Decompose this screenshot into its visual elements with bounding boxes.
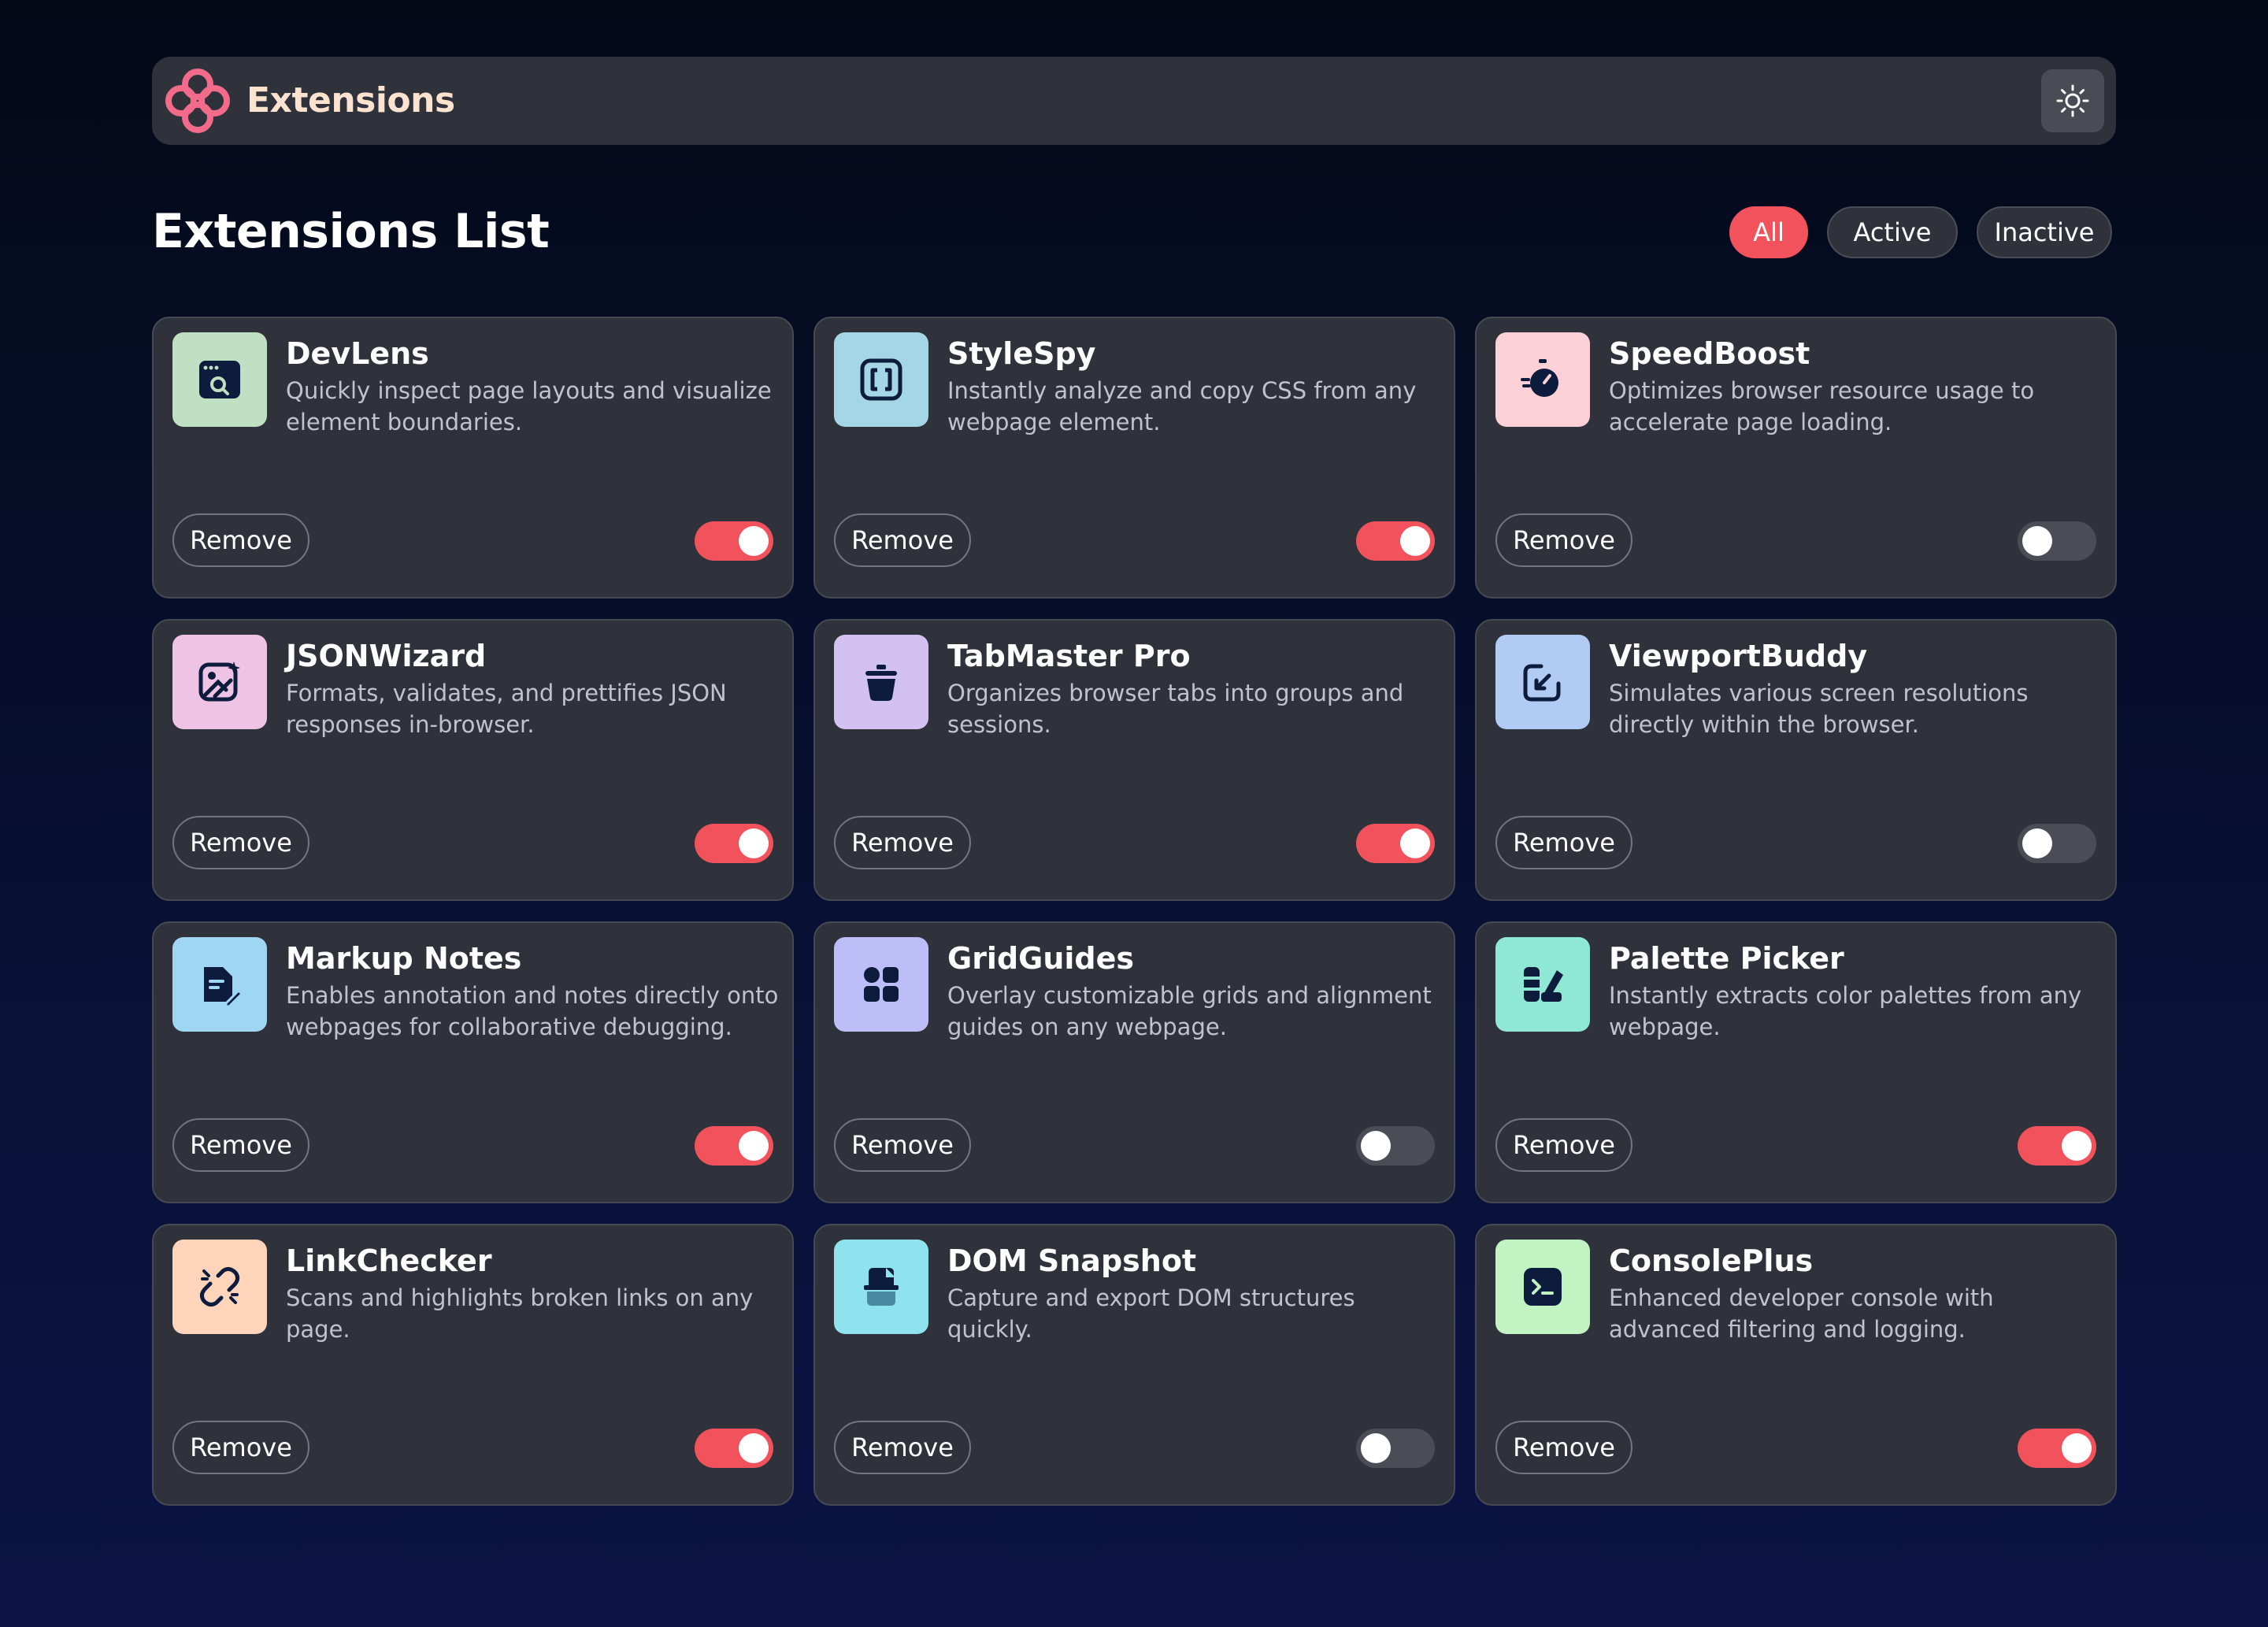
magic-image-icon (172, 635, 267, 729)
enable-toggle[interactable] (695, 521, 773, 561)
toggle-knob (739, 828, 769, 858)
enable-toggle[interactable] (1356, 824, 1435, 863)
extension-card-palette-picker: Palette Picker Instantly extracts color … (1475, 921, 2117, 1203)
extension-name: Palette Picker (1609, 941, 1844, 976)
terminal-icon (1495, 1240, 1590, 1334)
toggle-knob (2062, 1433, 2092, 1463)
enable-toggle[interactable] (2018, 1126, 2096, 1166)
toggle-knob (2022, 526, 2052, 556)
extension-description: Capture and export DOM structures quickl… (947, 1284, 1355, 1343)
extension-card-dom-snapshot: DOM Snapshot Capture and export DOM stru… (813, 1224, 1455, 1506)
expand-arrow-icon (1495, 635, 1590, 729)
toggle-knob (1400, 828, 1430, 858)
extension-card-jsonwizard: JSONWizard Formats, validates, and prett… (152, 619, 794, 901)
extension-card-gridguides: GridGuides Overlay customizable grids an… (813, 921, 1455, 1203)
extensions-logo-icon (165, 69, 230, 133)
remove-button[interactable]: Remove (172, 1118, 309, 1172)
remove-button[interactable]: Remove (1495, 1421, 1632, 1474)
enable-toggle[interactable] (695, 1429, 773, 1468)
toggle-knob (739, 1433, 769, 1463)
stopwatch-icon (1495, 332, 1590, 427)
extension-description: Instantly analyze and copy CSS from any … (947, 377, 1417, 435)
toggle-knob (2062, 1131, 2092, 1161)
remove-button[interactable]: Remove (834, 1118, 971, 1172)
enable-toggle[interactable] (1356, 1126, 1435, 1166)
extension-card-devlens: DevLens Quickly inspect page layouts and… (152, 317, 794, 599)
remove-button[interactable]: Remove (1495, 513, 1632, 567)
extension-name: DOM Snapshot (947, 1243, 1197, 1278)
toggle-knob (739, 526, 769, 556)
extension-card-markup-notes: Markup Notes Enables annotation and note… (152, 921, 794, 1203)
remove-button[interactable]: Remove (1495, 816, 1632, 869)
extension-card-tabmaster-pro: TabMaster Pro Organizes browser tabs int… (813, 619, 1455, 901)
remove-button[interactable]: Remove (172, 816, 309, 869)
brand-name: Extensions (246, 80, 455, 120)
remove-button[interactable]: Remove (834, 513, 971, 567)
broken-link-icon (172, 1240, 267, 1334)
enable-toggle[interactable] (1356, 1429, 1435, 1468)
extension-name: Markup Notes (286, 941, 522, 976)
extension-name: LinkChecker (286, 1243, 492, 1278)
toggle-knob (2022, 828, 2052, 858)
extension-card-consoleplus: ConsolePlus Enhanced developer console w… (1475, 1224, 2117, 1506)
toggle-knob (1361, 1131, 1391, 1161)
extension-card-linkchecker: LinkChecker Scans and highlights broken … (152, 1224, 794, 1506)
extension-name: DevLens (286, 336, 429, 371)
app-header: Extensions (152, 57, 2116, 145)
toggle-knob (1400, 526, 1430, 556)
page-title: Extensions List (152, 204, 550, 259)
extension-description: Scans and highlights broken links on any… (286, 1284, 754, 1343)
filter-all-button[interactable]: All (1729, 206, 1808, 258)
extension-description: Enhanced developer console with advanced… (1609, 1284, 1994, 1343)
enable-toggle[interactable] (695, 1126, 773, 1166)
palette-icon (1495, 937, 1590, 1032)
remove-button[interactable]: Remove (1495, 1118, 1632, 1172)
enable-toggle[interactable] (2018, 1429, 2096, 1468)
extension-card-stylespy: StyleSpy Instantly analyze and copy CSS … (813, 317, 1455, 599)
extension-description: Overlay customizable grids and alignment… (947, 982, 1432, 1040)
extension-description: Formats, validates, and prettifies JSON … (286, 680, 727, 738)
extension-description: Enables annotation and notes directly on… (286, 982, 779, 1040)
enable-toggle[interactable] (695, 824, 773, 863)
grid-icon (834, 937, 928, 1032)
enable-toggle[interactable] (1356, 521, 1435, 561)
extension-card-viewportbuddy: ViewportBuddy Simulates various screen r… (1475, 619, 2117, 901)
extension-name: SpeedBoost (1609, 336, 1810, 371)
remove-button[interactable]: Remove (834, 816, 971, 869)
extension-description: Instantly extracts color palettes from a… (1609, 982, 2082, 1040)
remove-button[interactable]: Remove (172, 1421, 309, 1474)
extension-name: GridGuides (947, 941, 1135, 976)
brackets-icon (834, 332, 928, 427)
extension-name: StyleSpy (947, 336, 1096, 371)
filter-active-button[interactable]: Active (1827, 206, 1958, 258)
extension-description: Optimizes browser resource usage to acce… (1609, 377, 2035, 435)
remove-button[interactable]: Remove (172, 513, 309, 567)
extension-description: Quickly inspect page layouts and visuali… (286, 377, 772, 435)
note-pen-icon (172, 937, 267, 1032)
remove-button[interactable]: Remove (834, 1421, 971, 1474)
extension-description: Simulates various screen resolutions dir… (1609, 680, 2029, 738)
theme-toggle-button[interactable] (2041, 69, 2104, 132)
extension-description: Organizes browser tabs into groups and s… (947, 680, 1404, 738)
enable-toggle[interactable] (2018, 521, 2096, 561)
snapshot-icon (834, 1240, 928, 1334)
enable-toggle[interactable] (2018, 824, 2096, 863)
extension-card-speedboost: SpeedBoost Optimizes browser resource us… (1475, 317, 2117, 599)
extension-name: TabMaster Pro (947, 639, 1191, 673)
filter-inactive-button[interactable]: Inactive (1977, 206, 2112, 258)
browser-search-icon (172, 332, 267, 427)
sun-icon (2056, 84, 2089, 117)
extension-name: ViewportBuddy (1609, 639, 1868, 673)
pot-icon (834, 635, 928, 729)
toggle-knob (1361, 1433, 1391, 1463)
toggle-knob (739, 1131, 769, 1161)
extension-name: ConsolePlus (1609, 1243, 1814, 1278)
extension-name: JSONWizard (286, 639, 487, 673)
